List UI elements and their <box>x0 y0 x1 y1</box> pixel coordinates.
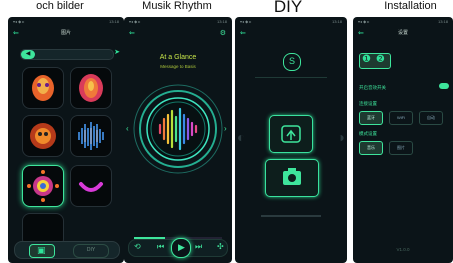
bottom-tab-bar: ▣ DIY <box>14 241 120 259</box>
song-subtitle: Message to Basis <box>160 64 196 69</box>
image-tile-wave[interactable] <box>70 115 112 157</box>
sound-toggle-switch[interactable] <box>439 83 449 89</box>
bottom-line <box>261 215 321 217</box>
play-icon: ▶ <box>178 242 185 252</box>
camera-icon <box>283 168 301 185</box>
status-left: ▾◂ ◆ ▸ <box>129 19 141 24</box>
mode-option-1[interactable]: 音乐 <box>359 141 383 155</box>
phone-screen-diy: ▾◂ ◆ ▸ 13:18 ⇐ S ◐ ◑ <box>235 17 347 263</box>
send-icon[interactable]: ➤ <box>114 48 120 56</box>
connection-option-3[interactable]: 自动 <box>419 111 443 125</box>
phone-screen-settings: ▾◂ ◆ ▸ 13:18 ⇐ 设置 ❶ ❷ 开启音效开关 连接设置 蓝牙 WiF… <box>353 17 453 263</box>
connection-label: 连接设置 <box>359 101 377 106</box>
tab-diy[interactable]: DIY <box>73 244 109 258</box>
upload-image-icon <box>281 125 301 143</box>
mandala-image <box>27 170 59 202</box>
sound-wave-image <box>78 122 104 150</box>
image-tile-skull[interactable] <box>22 67 64 109</box>
status-time: 13:18 <box>331 19 342 24</box>
next-screen-icon: › <box>224 124 227 133</box>
image-tile-mandala[interactable] <box>22 165 64 207</box>
back-arrow-icon[interactable]: ⇐ <box>129 29 135 37</box>
song-title: At a Glance <box>159 54 197 61</box>
rhythm-visualizer: ‹ › <box>126 84 227 174</box>
repeat-icon[interactable]: ⟲ <box>134 242 141 251</box>
caption-diy: DIY <box>273 0 303 16</box>
image-tile-smile[interactable] <box>70 165 112 207</box>
player-controls: ⟲ ⏮ ▶ ⏭ ✣ <box>128 238 228 258</box>
connection-option-2[interactable]: WiFi <box>389 111 413 125</box>
version-text: V1.0.0 <box>396 247 410 252</box>
mode-label: 模式设置 <box>359 131 377 136</box>
status-left: ▾◂ ◆ ▸ <box>358 19 370 24</box>
top-bar: ⇐ 设置 <box>353 26 453 39</box>
top-bar: ⇐ 图片 <box>8 26 124 39</box>
mode-icon-b[interactable]: ❷ <box>376 54 385 65</box>
left-speaker-icon: ◐ <box>237 129 246 145</box>
top-bar: ⇐ <box>235 26 347 39</box>
skull-image <box>32 75 54 101</box>
phone-screen-images: ▾◂ ◆ ▸ 13:18 ⇐ 图片 ◀ ➤ ▣ DIY <box>8 17 124 263</box>
status-left: ▾◂ ◆ ▸ <box>13 19 25 24</box>
mode-toggle: ❶ ❷ <box>359 53 391 69</box>
phone-screen-music: ▾◂ ◆ ▸ 13:18 ⇐ ⚙ At a Glance Message to … <box>124 17 232 263</box>
camera-button[interactable] <box>265 159 319 197</box>
next-icon[interactable]: ⏭ <box>195 242 202 252</box>
caption-installation: Installation <box>384 0 437 12</box>
right-speaker-icon: ◑ <box>336 129 345 145</box>
tab-diy-label: DIY <box>86 247 96 253</box>
status-time: 13:18 <box>437 19 448 24</box>
sound-toggle-label: 开启音效开关 <box>359 85 386 90</box>
status-bar: ▾◂ ◆ ▸ 13:18 <box>235 17 347 26</box>
status-bar: ▾◂ ◆ ▸ 13:18 <box>353 17 453 26</box>
logo-icon: S <box>283 53 301 71</box>
smile-image <box>79 182 103 192</box>
image-tab-icon: ▣ <box>37 245 46 255</box>
page-title: 设置 <box>397 30 408 36</box>
face-image <box>79 74 103 102</box>
previous-icon[interactable]: ⏮ <box>157 242 164 252</box>
playlist-icon[interactable]: ✣ <box>217 242 224 251</box>
mode-icon-a[interactable]: ❶ <box>362 54 371 65</box>
segment-tabs: ◀ <box>20 49 114 60</box>
image-tile-fire[interactable] <box>22 115 64 157</box>
top-bar: ⇐ ⚙ <box>124 26 232 39</box>
caption-music-rhythm: Musik Rhythm <box>142 0 212 12</box>
tab-left[interactable]: ◀ <box>21 50 35 59</box>
caption-photos: och bilder <box>36 0 84 12</box>
status-time: 13:18 <box>108 19 119 24</box>
tab-images[interactable]: ▣ <box>29 244 55 258</box>
status-time: 13:18 <box>216 19 227 24</box>
status-left: ▾◂ ◆ ▸ <box>240 19 252 24</box>
divider <box>255 77 327 78</box>
back-arrow-icon[interactable]: ⇐ <box>240 29 246 37</box>
status-bar: ▾◂ ◆ ▸ 13:18 <box>8 17 124 26</box>
mode-option-2[interactable]: 图片 <box>389 141 413 155</box>
prev-screen-icon: ‹ <box>126 124 129 133</box>
fire-image <box>30 123 56 149</box>
connection-option-1[interactable]: 蓝牙 <box>359 111 383 125</box>
status-bar: ▾◂ ◆ ▸ 13:18 <box>124 17 232 26</box>
settings-icon[interactable]: ⚙ <box>220 29 226 37</box>
image-tile-face[interactable] <box>70 67 112 109</box>
gallery-upload-button[interactable] <box>269 115 313 153</box>
play-button[interactable]: ▶ <box>171 238 191 258</box>
page-title: 图片 <box>60 30 71 36</box>
